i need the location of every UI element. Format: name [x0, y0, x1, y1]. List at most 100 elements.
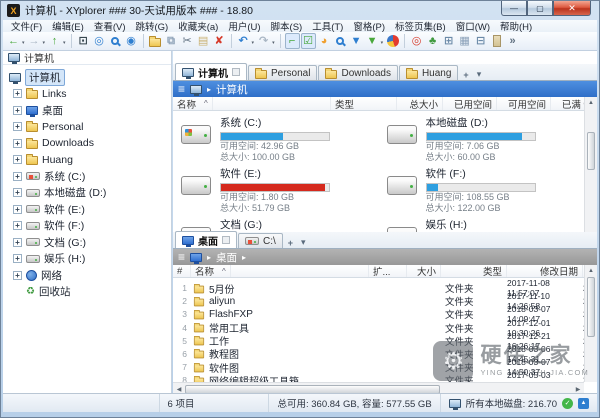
column-header-类型[interactable]: 类型 [331, 97, 397, 110]
reports-button[interactable] [385, 33, 400, 49]
scroll-left-icon[interactable]: ◀ [173, 386, 185, 393]
tab-list-button[interactable]: ▾ [297, 237, 310, 248]
breadcrumb-label[interactable]: 桌面 [216, 250, 237, 265]
new-tab-button[interactable]: + [284, 238, 297, 248]
paste-button[interactable]: ▤ [196, 33, 211, 49]
delete-button[interactable]: ✘ [212, 33, 227, 49]
menu-item[interactable]: 编辑(E) [47, 19, 89, 33]
forward-button[interactable]: → [27, 33, 42, 49]
up-button[interactable]: ↑ [47, 33, 62, 49]
drive-tile-系统 (C:)[interactable]: 系统 (C:)可用空间: 42.96 GB总大小: 100.00 GB [173, 111, 379, 162]
expander-icon[interactable]: + [13, 106, 22, 115]
favorites-button[interactable]: ◕ [317, 33, 332, 49]
maximize-button[interactable]: ▢ [527, 1, 553, 16]
menu-item[interactable]: 跳转(G) [130, 19, 173, 33]
menu-item[interactable]: 工具(T) [307, 19, 348, 33]
column-header-可用空间[interactable]: 可用空间 [497, 97, 551, 110]
menu-item[interactable]: 标签页集(B) [390, 19, 451, 33]
tree-item-本地磁盘 (D:)[interactable]: +本地磁盘 (D:) [3, 185, 171, 202]
dropdown-arrow-icon[interactable]: ▾ [22, 40, 25, 46]
column-header-名称[interactable]: 名称^ [191, 265, 369, 277]
cut-button[interactable]: ✂ [180, 33, 195, 49]
drive-tile-娱乐 (H:)[interactable]: 娱乐 (H:) [379, 213, 585, 232]
expander-icon[interactable]: + [13, 238, 22, 247]
calc-button[interactable]: ▦ [457, 33, 472, 49]
expander-icon[interactable]: + [13, 89, 22, 98]
redo-button[interactable]: ↷ [256, 33, 271, 49]
tree-item-Downloads[interactable]: +Downloads [3, 135, 171, 152]
scrollbar-thumb[interactable] [587, 132, 595, 170]
visual-filter-button[interactable]: ▼ [365, 33, 380, 49]
drive-tile-软件 (E:)[interactable]: 软件 (E:)可用空间: 1.80 GB总大小: 51.79 GB [173, 162, 379, 213]
menu-burger-icon[interactable]: ≡ [178, 83, 185, 95]
folder-tree-button[interactable]: ♣ [425, 33, 440, 49]
menu-item[interactable]: 用户(U) [223, 19, 265, 33]
menu-item[interactable]: 收藏夹(a) [173, 19, 223, 33]
column-header-修改日期[interactable]: 修改日期 [507, 265, 583, 277]
tree-item-娱乐 (H:)[interactable]: +娱乐 (H:) [3, 251, 171, 268]
file-row[interactable]: 7软件图文件夹2018-03-07 14:50:372 [173, 357, 584, 370]
dual-pane-button[interactable]: ⊞ [441, 33, 456, 49]
new-folder-button[interactable] [148, 33, 163, 49]
expander-icon[interactable]: + [13, 172, 22, 181]
menu-item[interactable]: 窗口(W) [451, 19, 495, 33]
expander-icon[interactable]: + [13, 221, 22, 230]
tree-item-网络[interactable]: +网络 [3, 267, 171, 284]
column-header-类型[interactable]: 类型 [441, 265, 507, 277]
filter-button[interactable]: ▼ [349, 33, 364, 49]
overflow-button[interactable]: » [505, 33, 520, 49]
tree-item-软件 (E:)[interactable]: +软件 (E:) [3, 201, 171, 218]
queue-up-icon[interactable]: ▲ [578, 398, 589, 409]
menu-item[interactable]: 查看(V) [89, 19, 131, 33]
ok-check-icon[interactable]: ✓ [562, 398, 573, 409]
undo-button[interactable]: ↶ [236, 33, 251, 49]
catalog-button[interactable]: ◎ [92, 33, 107, 49]
file-row[interactable]: 6教程图文件夹2018-03-06 14:45:312 [173, 344, 584, 357]
tab-list-button[interactable]: ▾ [473, 69, 486, 80]
file-row[interactable]: 4常用工具文件夹2017-12-01 10:30:262 [173, 318, 584, 331]
bottom-vertical-scrollbar[interactable]: ▲ [584, 265, 597, 382]
expander-icon[interactable]: + [13, 155, 22, 164]
file-row[interactable]: 15月份文件夹2017-11-08 11:57:072 [173, 278, 584, 291]
tab-Huang[interactable]: Huang [399, 65, 458, 80]
tab-桌面[interactable]: 桌面 [175, 231, 237, 248]
show-desktop-button[interactable]: ⊡ [76, 33, 91, 49]
mini-tree-button[interactable]: ⌐ [285, 33, 300, 49]
tab-计算机[interactable]: 计算机 [175, 63, 247, 80]
scroll-up-icon[interactable]: ▲ [585, 265, 597, 276]
panel-button[interactable] [489, 33, 504, 49]
menu-burger-icon[interactable]: ≡ [178, 251, 185, 263]
tree-item-文档 (G:)[interactable]: +文档 (G:) [3, 234, 171, 251]
file-row[interactable]: 8网络编辑超级工具箱文件夹2017-05-03 16:24:302 [173, 370, 584, 382]
tree-item-Huang[interactable]: +Huang [3, 152, 171, 169]
column-header-大小[interactable]: 大小 [407, 265, 441, 277]
checkbox-select-button[interactable]: ☑ [301, 33, 316, 49]
tree-item-Links[interactable]: +Links [3, 86, 171, 103]
expander-icon[interactable]: + [13, 205, 22, 214]
tree-item-系统 (C:)[interactable]: +系统 (C:) [3, 168, 171, 185]
drive-tile-软件 (F:)[interactable]: 软件 (F:)可用空间: 108.55 GB总大小: 122.00 GB [379, 162, 585, 213]
top-breadcrumb[interactable]: ≡ ▸ 计算机 [173, 81, 597, 97]
menu-item[interactable]: 脚本(S) [266, 19, 308, 33]
drive-tile-文档 (G:)[interactable]: 文档 (G:) [173, 213, 379, 232]
dropdown-arrow-icon[interactable]: ▾ [252, 40, 255, 46]
tab-Downloads[interactable]: Downloads [318, 65, 397, 80]
file-row[interactable]: 5工作文件夹2017-12-21 16:26:172 [173, 331, 584, 344]
split-button[interactable]: ⊟ [473, 33, 488, 49]
tab-lock-icon[interactable] [232, 68, 240, 76]
bottom-breadcrumb[interactable]: ≡ ▸ 桌面 ▸ [173, 249, 597, 265]
column-header-名称[interactable]: 名称^ [173, 97, 331, 110]
spot-button[interactable]: ◎ [409, 33, 424, 49]
column-header-扩...[interactable]: 扩... [369, 265, 407, 277]
search-button[interactable] [333, 33, 348, 49]
breadcrumb-label[interactable]: 计算机 [216, 82, 248, 97]
dropdown-arrow-icon[interactable]: ▾ [381, 40, 384, 46]
find-files-button[interactable] [108, 33, 123, 49]
copy-button[interactable]: ⧉ [164, 33, 179, 49]
dropdown-arrow-icon[interactable]: ▾ [272, 40, 275, 46]
expander-icon[interactable]: + [13, 188, 22, 197]
drive-tile-本地磁盘 (D:)[interactable]: 本地磁盘 (D:)可用空间: 7.06 GB总大小: 60.00 GB [379, 111, 585, 162]
menu-item[interactable]: 文件(F) [6, 19, 47, 33]
expander-icon[interactable]: + [13, 271, 22, 280]
expander-icon[interactable]: + [13, 139, 22, 148]
